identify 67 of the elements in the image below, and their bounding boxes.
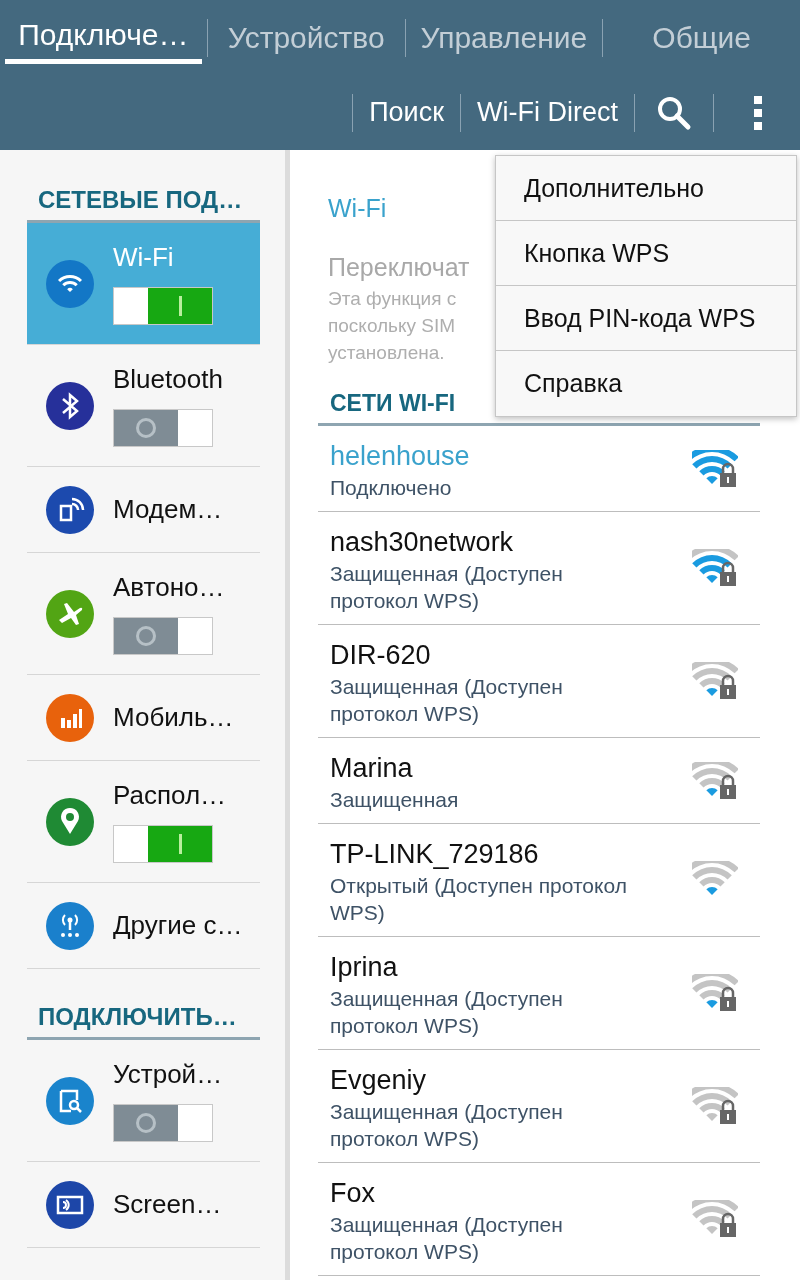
description-text: установлена. <box>328 341 445 365</box>
setting-label: Модем… <box>113 494 223 525</box>
sidebar-item[interactable]: Устрой… <box>27 1040 260 1162</box>
network-name: DIR-620 <box>330 639 432 672</box>
network-status: Защищенная (Доступен протокол WPS) <box>330 561 564 614</box>
tab[interactable]: Общие <box>603 0 800 75</box>
network-status: Защищенная (Доступен протокол WPS) <box>330 1212 564 1265</box>
network-status: Подключено <box>330 475 453 501</box>
network-item[interactable]: Fox Защищенная (Доступен протокол WPS) <box>318 1163 760 1276</box>
toggle-switch[interactable] <box>113 617 213 655</box>
sidebar-item[interactable]: Распол… <box>27 761 260 883</box>
section-title: Wi-Fi <box>328 194 388 223</box>
setting-label: Screen… <box>113 1189 222 1220</box>
sidebar-item[interactable]: Screen… <box>27 1162 260 1248</box>
switch-thumb[interactable] <box>114 1105 178 1141</box>
toggle-switch[interactable] <box>113 1104 213 1142</box>
network-status: Защищенная (Доступен протокол WPS) <box>330 986 564 1039</box>
switch-thumb[interactable] <box>114 618 178 654</box>
switch-thumb[interactable] <box>148 288 212 324</box>
menu-item[interactable]: Дополнительно <box>496 156 796 221</box>
sidebar-item[interactable]: Bluetooth <box>27 345 260 467</box>
sidebar-item[interactable]: Другие с… <box>27 883 260 969</box>
network-item[interactable]: Iprina Защищенная (Доступен протокол WPS) <box>318 937 760 1050</box>
more-options-icon[interactable] <box>752 95 764 130</box>
setting-label: Мобиль… <box>113 702 234 733</box>
network-status: Открытый (Доступен протокол WPS) <box>330 873 628 926</box>
action-button[interactable]: Поиск <box>353 97 460 128</box>
setting-label: Устрой… <box>113 1059 223 1090</box>
section-header: ПОДКЛЮЧИТЬ… <box>27 1003 260 1040</box>
tab[interactable]: Подключе… <box>5 0 202 64</box>
menu-item[interactable]: Кнопка WPS <box>496 221 796 286</box>
tab[interactable]: Устройство <box>207 0 405 75</box>
network-item[interactable]: nash30network Защищенная (Доступен протокол WPS) <box>318 512 760 625</box>
setting-label: Автоно… <box>113 572 225 603</box>
network-item[interactable]: Marina Защищенная <box>318 738 760 824</box>
network-name: nash30network <box>330 526 515 559</box>
tab[interactable]: Управление <box>405 0 603 75</box>
network-name: TP-LINK_729186 <box>330 838 540 871</box>
toggle-switch[interactable] <box>113 409 213 447</box>
network-name: Marina <box>330 752 414 785</box>
network-name: helenhouse <box>330 440 471 473</box>
network-status: Защищенная <box>330 787 460 813</box>
setting-label: Другие с… <box>113 910 243 941</box>
switch-thumb[interactable] <box>114 410 178 446</box>
toggle-switch[interactable] <box>113 287 213 325</box>
network-name: Fox <box>330 1177 376 1210</box>
network-name: Iprina <box>330 951 399 984</box>
sidebar-item[interactable]: Автоно… <box>27 553 260 675</box>
sidebar-item[interactable]: Модем… <box>27 467 260 553</box>
description-text: Эта функция с <box>328 287 457 311</box>
network-item[interactable]: DIR-620 Защищенная (Доступен протокол WPS) <box>318 625 760 738</box>
search-icon[interactable] <box>656 94 692 131</box>
switch-thumb[interactable] <box>148 826 212 862</box>
network-item[interactable]: helenhouse Подключено <box>318 426 760 512</box>
toggle-switch[interactable] <box>113 825 213 863</box>
network-item[interactable]: TP-LINK_729186 Открытый (Доступен протокол WPS) <box>318 824 760 937</box>
network-status: Защищенная (Доступен протокол WPS) <box>330 674 564 727</box>
setting-label: Распол… <box>113 780 227 811</box>
network-name: Evgeniy <box>330 1064 428 1097</box>
action-button[interactable]: Wi-Fi Direct <box>461 97 634 128</box>
setting-label: Bluetooth <box>113 364 223 395</box>
network-item[interactable]: Evgeniy Защищенная (Доступен протокол WPS) <box>318 1050 760 1163</box>
sidebar-item[interactable]: Мобиль… <box>27 675 260 761</box>
setting-label: Wi-Fi <box>113 242 175 273</box>
network-status: Защищенная (Доступен протокол WPS) <box>330 1099 564 1152</box>
menu-item[interactable]: Ввод PIN-кода WPS <box>496 286 796 351</box>
description-text: поскольку SIM <box>328 314 456 338</box>
